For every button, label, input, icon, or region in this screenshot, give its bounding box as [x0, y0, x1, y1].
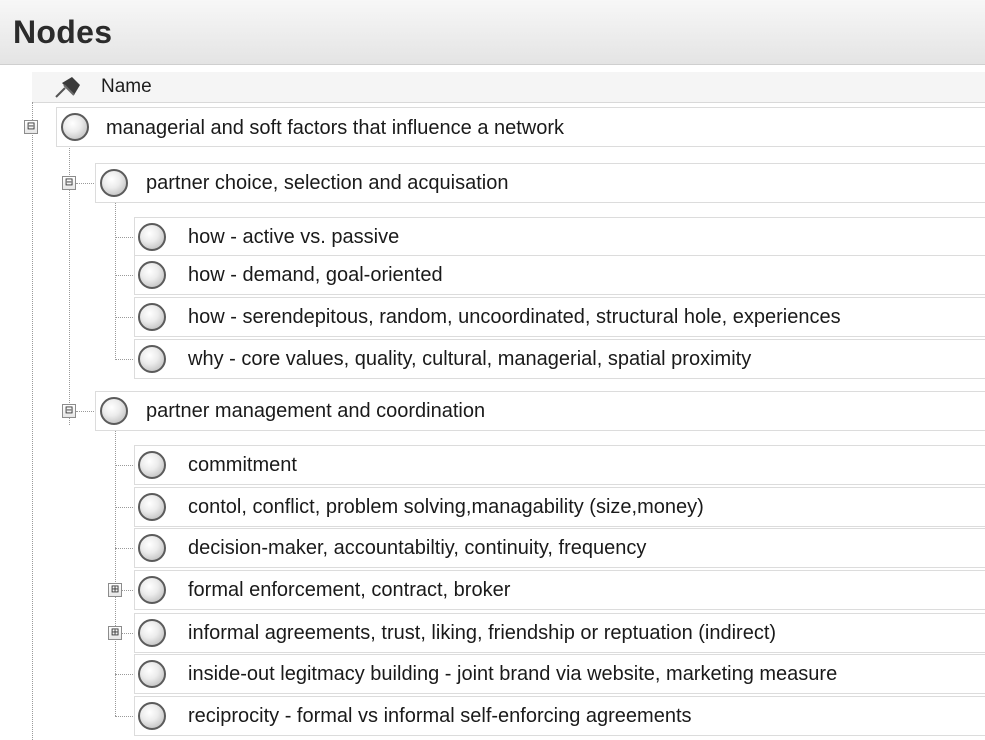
node-icon	[100, 169, 128, 197]
node-icon	[61, 113, 89, 141]
collapse-toggle[interactable]: ⊟	[62, 176, 76, 190]
node-label: inside-out legitmacy building - joint br…	[188, 663, 838, 685]
node-icon	[100, 397, 128, 425]
node-icon	[138, 261, 166, 289]
node-label: how - demand, goal-oriented	[188, 264, 443, 286]
node-label: contol, conflict, problem solving,managa…	[188, 496, 704, 518]
node-icon	[138, 534, 166, 562]
node-label: formal enforcement, contract, broker	[188, 579, 511, 601]
node-label: how - serendepitous, random, uncoordinat…	[188, 306, 841, 328]
node-icon	[138, 619, 166, 647]
node-icon	[138, 660, 166, 688]
tree-line	[76, 411, 94, 412]
pin-icon[interactable]	[52, 75, 82, 106]
tree-line	[76, 183, 94, 184]
node-icon	[138, 576, 166, 604]
tree-line	[115, 317, 135, 318]
panel-title-bar: Nodes	[0, 0, 985, 65]
tree-line	[115, 359, 135, 360]
collapse-toggle[interactable]: ⊟	[24, 120, 38, 134]
column-header[interactable]	[32, 72, 985, 103]
node-icon	[138, 702, 166, 730]
node-label: decision-maker, accountabiltiy, continui…	[188, 537, 647, 559]
expand-toggle[interactable]: ⊞	[108, 626, 122, 640]
node-label: how - active vs. passive	[188, 226, 400, 248]
node-icon	[138, 345, 166, 373]
tree-line	[115, 507, 135, 508]
node-icon	[138, 451, 166, 479]
tree-line	[115, 275, 135, 276]
tree-line	[115, 200, 116, 360]
node-label: why - core values, quality, cultural, ma…	[188, 348, 752, 370]
tree-line	[32, 102, 33, 740]
tree-line	[115, 548, 135, 549]
expand-toggle[interactable]: ⊞	[108, 583, 122, 597]
node-label: partner choice, selection and acquisatio…	[146, 172, 509, 194]
node-label: partner management and coordination	[146, 400, 486, 422]
collapse-toggle[interactable]: ⊟	[62, 404, 76, 418]
panel-title: Nodes	[13, 14, 113, 50]
tree-line	[115, 465, 135, 466]
tree-line	[115, 237, 135, 238]
node-icon	[138, 303, 166, 331]
node-icon	[138, 223, 166, 251]
tree-line	[115, 674, 135, 675]
tree-line	[115, 716, 135, 717]
tree-line	[115, 428, 116, 716]
node-label: reciprocity - formal vs informal self-en…	[188, 705, 692, 727]
node-icon	[138, 493, 166, 521]
node-label: informal agreements, trust, liking, frie…	[188, 622, 777, 644]
column-header-name[interactable]: Name	[101, 76, 152, 98]
node-label: managerial and soft factors that influen…	[106, 117, 565, 139]
node-label: commitment	[188, 454, 297, 476]
